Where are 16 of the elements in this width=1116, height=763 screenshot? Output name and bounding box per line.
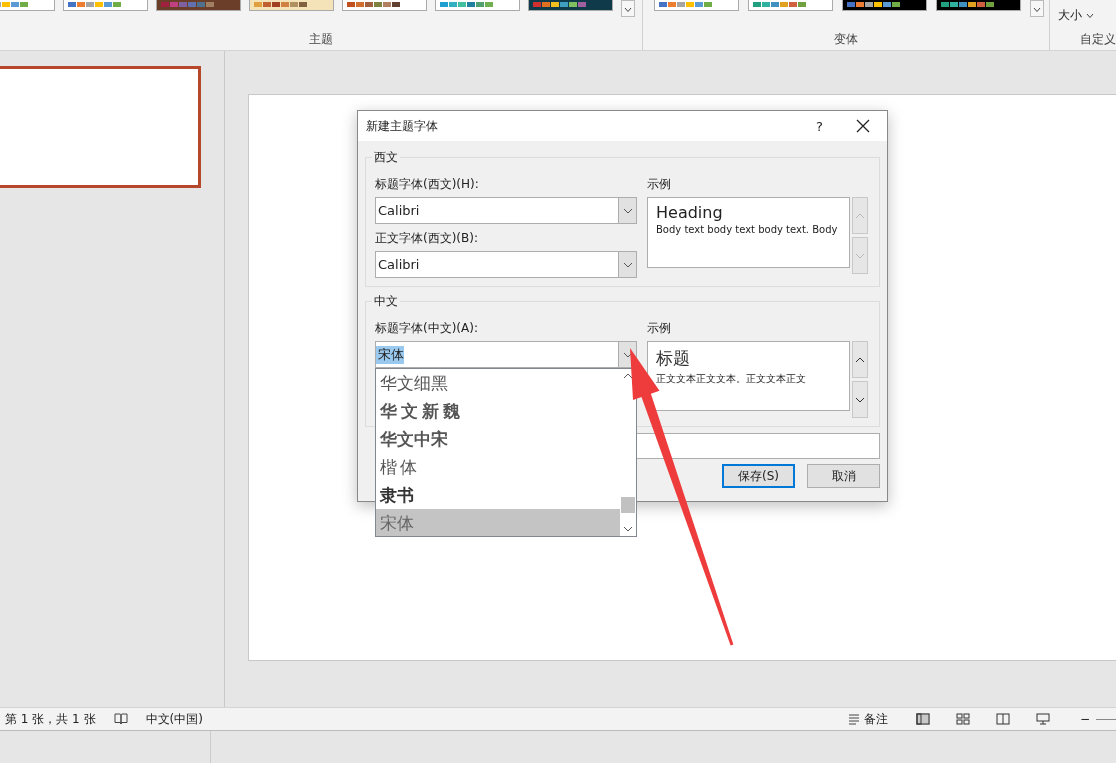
group-label: 变体 [833,31,858,48]
group-label: 西文 [373,149,399,166]
field-label: 标题字体(西文)(H): [375,176,480,192]
field-label: 正文字体(西文)(B): [375,230,479,246]
group-label: 主题 [308,31,333,48]
field-label: 示例 [647,320,672,336]
group-label: 自定义 [1080,31,1116,48]
group-label: 中文 [373,293,399,310]
slide-counter: 第 1 张，共 1 张 [5,710,96,728]
sample-body: 正文文本正文文本。正文文本正文 [656,372,807,386]
sample-heading: 标题 [656,347,691,370]
field-label: 示例 [647,176,672,192]
sample-body: Body text body text body text. Body [656,224,839,235]
field-label: 标题字体(中文)(A): [375,320,479,336]
dialog-title: 新建主题字体 [366,117,439,135]
sample-heading: Heading [656,203,724,222]
